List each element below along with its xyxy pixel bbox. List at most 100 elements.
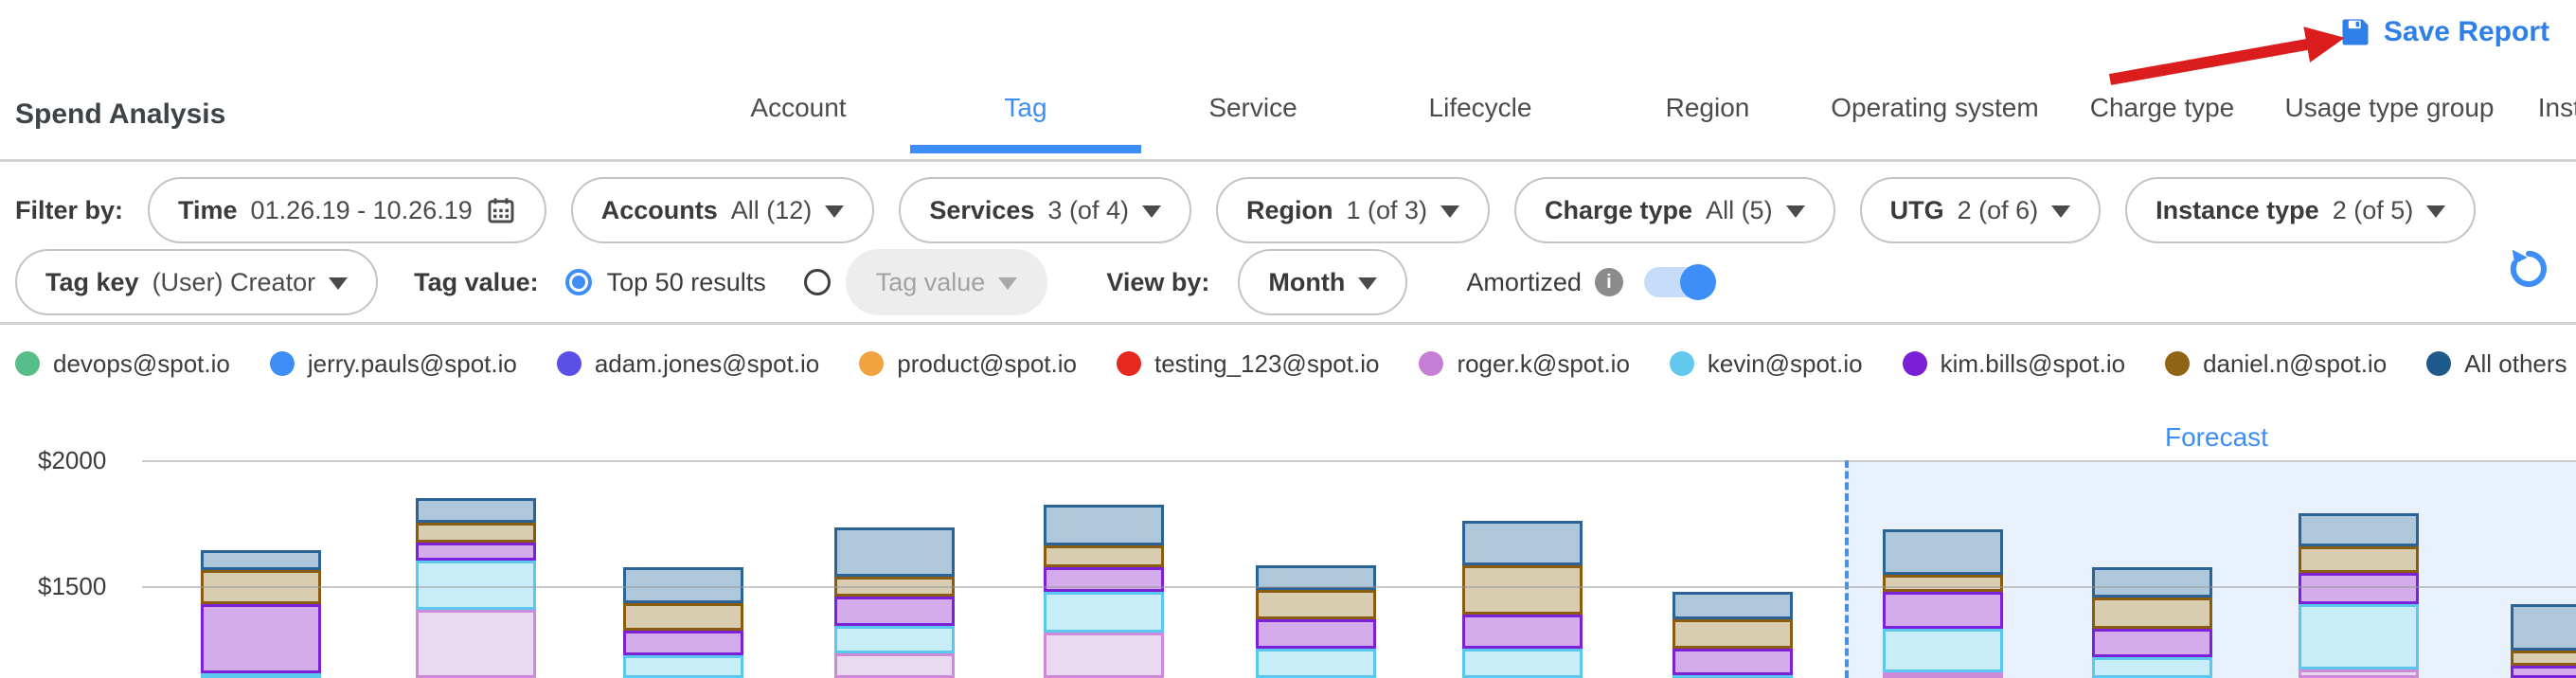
legend-dot — [557, 351, 581, 376]
bar-segment-all_others — [1462, 521, 1583, 565]
time-filter-pill[interactable]: Time01.26.19 - 10.26.19 — [148, 177, 546, 243]
bar-segment-roger — [2299, 669, 2419, 678]
legend-dot — [2426, 351, 2451, 376]
legend-dot — [1419, 351, 1443, 376]
legend-item-daniel-n-spot-io[interactable]: daniel.n@spot.io — [2165, 349, 2387, 379]
tag-value-pill-text: Tag value — [876, 268, 986, 297]
bar-segment-all_others — [834, 527, 955, 577]
services-filter-label: Services — [929, 196, 1034, 225]
charge-type-filter-value: All (5) — [1706, 196, 1773, 225]
save-report-label: Save Report — [2384, 16, 2549, 48]
toggle-knob — [1680, 264, 1716, 300]
tag-key-label: Tag key — [45, 268, 139, 297]
region-filter-pill[interactable]: Region1 (of 3) — [1216, 177, 1490, 243]
bar-segment-all_others — [1883, 529, 2003, 575]
bar-segment-all_others — [2511, 604, 2576, 651]
bar-segment-daniel — [1883, 575, 2003, 592]
charge-type-filter-label: Charge type — [1545, 196, 1692, 225]
bar-segment-all_others — [1673, 592, 1793, 619]
save-icon — [2338, 15, 2372, 49]
bar-segment-kevin — [416, 561, 536, 610]
bar-segment-daniel — [1462, 565, 1583, 615]
tab-service[interactable]: Service — [1139, 93, 1367, 123]
bar-segment-kevin — [1044, 592, 1164, 633]
legend-item-all-others[interactable]: All others — [2426, 349, 2567, 379]
services-filter-value: 3 (of 4) — [1047, 196, 1129, 225]
legend-item-devops-spot-io[interactable]: devops@spot.io — [15, 349, 230, 379]
chevron-down-icon — [998, 277, 1017, 290]
legend-item-adam-jones-spot-io[interactable]: adam.jones@spot.io — [557, 349, 819, 379]
tab-lifecycle[interactable]: Lifecycle — [1367, 93, 1594, 123]
legend-label: roger.k@spot.io — [1457, 349, 1629, 379]
radio-tag-value[interactable] — [804, 269, 831, 295]
bar-segment-roger — [834, 653, 955, 678]
chevron-down-icon — [329, 277, 348, 290]
tab-usage-type-group[interactable]: Usage type group — [2276, 93, 2503, 123]
chevron-down-icon — [1142, 205, 1161, 218]
info-icon[interactable] — [1595, 268, 1623, 296]
bar-segment-daniel — [416, 523, 536, 543]
forecast-label: Forecast — [2165, 422, 2268, 453]
tab-charge-type[interactable]: Charge type — [2048, 93, 2276, 123]
active-tab-underline — [910, 145, 1141, 153]
legend-dot — [15, 351, 40, 376]
tab-instance-type[interactable]: Instance type — [2503, 93, 2576, 123]
chevron-down-icon — [2051, 205, 2070, 218]
time-filter-label: Time — [178, 196, 238, 225]
utg-filter-pill[interactable]: UTG2 (of 6) — [1860, 177, 2102, 243]
legend-item-jerry-pauls-spot-io[interactable]: jerry.pauls@spot.io — [270, 349, 517, 379]
tab-operating-system[interactable]: Operating system — [1821, 93, 2048, 123]
radio-top50[interactable] — [565, 269, 592, 295]
gridline-2000 — [142, 460, 2576, 462]
legend-dot — [1117, 351, 1141, 376]
view-by-label: View by: — [1106, 268, 1209, 297]
legend-item-kevin-spot-io[interactable]: kevin@spot.io — [1670, 349, 1863, 379]
header-divider — [0, 159, 2576, 162]
view-by-dropdown[interactable]: Month — [1238, 249, 1407, 315]
bar-segment-daniel — [2299, 546, 2419, 573]
legend-label: All others — [2464, 349, 2567, 379]
tab-region[interactable]: Region — [1594, 93, 1821, 123]
chevron-down-icon — [1786, 205, 1805, 218]
bar-segment-kim — [1256, 619, 1376, 649]
bar-segment-kevin — [1462, 649, 1583, 678]
bar-segment-kim — [834, 597, 955, 626]
legend-label: product@spot.io — [897, 349, 1077, 379]
tab-account[interactable]: Account — [685, 93, 912, 123]
accounts-filter-pill[interactable]: AccountsAll (12) — [571, 177, 875, 243]
y-axis-tick-2000: $2000 — [38, 446, 133, 475]
amortized-toggle[interactable] — [1644, 267, 1714, 297]
chart-legend: devops@spot.io jerry.pauls@spot.io adam.jo… — [15, 341, 2576, 386]
bar-segment-kim — [2092, 629, 2212, 657]
legend-item-kim-bills-spot-io[interactable]: kim.bills@spot.io — [1903, 349, 2125, 379]
bar-segment-daniel — [1044, 545, 1164, 567]
save-report-button[interactable]: Save Report — [2338, 15, 2549, 49]
chevron-down-icon — [2426, 205, 2445, 218]
bar-segment-kim — [1883, 592, 2003, 629]
bar-segment-roger — [1883, 672, 2003, 678]
utg-filter-label: UTG — [1890, 196, 1944, 225]
bar-segment-kevin — [623, 655, 743, 678]
legend-item-roger-k-spot-io[interactable]: roger.k@spot.io — [1419, 349, 1629, 379]
reset-icon[interactable] — [2504, 244, 2553, 294]
legend-dot — [1670, 351, 1694, 376]
bar-segment-daniel — [1256, 590, 1376, 619]
legend-dot — [859, 351, 884, 376]
bar-segment-kevin — [1883, 629, 2003, 672]
instance-type-filter-pill[interactable]: Instance type2 (of 5) — [2125, 177, 2476, 243]
tag-key-dropdown[interactable]: Tag key (User) Creator — [15, 249, 378, 315]
tab-tag[interactable]: Tag — [912, 93, 1139, 123]
filters-divider — [0, 322, 2576, 325]
services-filter-pill[interactable]: Services 3 (of 4) — [899, 177, 1191, 243]
legend-item-testing-123-spot-io[interactable]: testing_123@spot.io — [1117, 349, 1379, 379]
page-title: Spend Analysis — [15, 98, 225, 131]
bar-segment-daniel — [623, 603, 743, 631]
filter-by-label: Filter by: — [15, 196, 123, 225]
y-axis-tick-1500: $1500 — [38, 572, 133, 601]
charge-type-filter-pill[interactable]: Charge type All (5) — [1514, 177, 1835, 243]
filter-bar: Filter by: Time01.26.19 - 10.26.19 Accoun… — [15, 178, 2476, 242]
bar-segment-kevin — [834, 626, 955, 653]
legend-item-product-spot-io[interactable]: product@spot.io — [859, 349, 1077, 379]
bar-segment-daniel — [2092, 598, 2212, 629]
bar-segment-kim — [201, 604, 321, 673]
